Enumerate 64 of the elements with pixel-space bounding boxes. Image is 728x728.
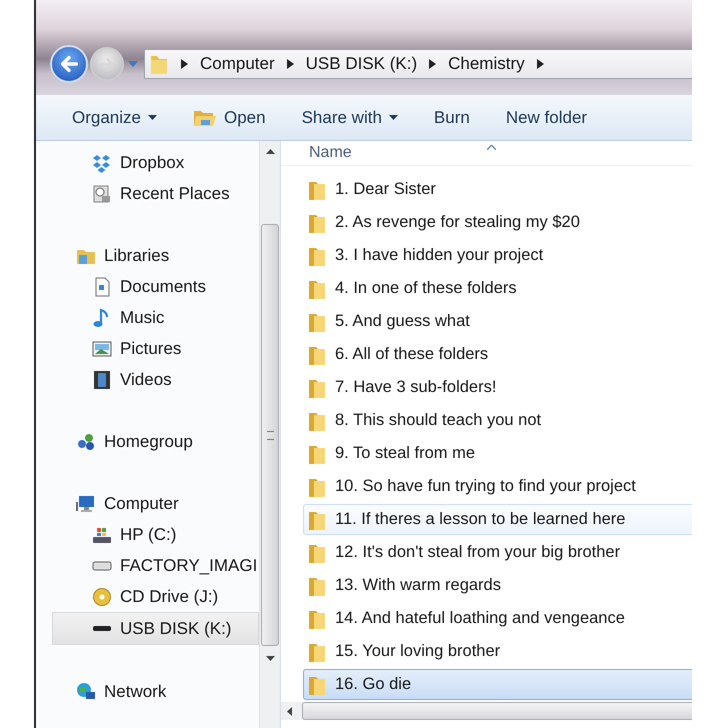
back-arrow-icon [60, 56, 78, 72]
monitor-icon [76, 494, 96, 514]
column-header[interactable]: Name [309, 144, 352, 162]
folder-row[interactable]: 12. It's don't steal from your big brother [303, 537, 692, 568]
toolbar-button[interactable]: Burn [426, 104, 478, 132]
clock-icon [92, 184, 112, 204]
folder-row[interactable]: 1. Dear Sister [303, 174, 692, 205]
navigation-item[interactable]: Documents [36, 271, 259, 302]
folder-row[interactable]: 6. All of these folders [303, 339, 692, 370]
breadcrumb-item[interactable]: Computer [200, 54, 275, 74]
toolbar-button[interactable]: Organize [64, 104, 165, 132]
folder-row[interactable]: 9. To steal from me [303, 438, 692, 469]
navigation-item[interactable]: USB DISK (K:) [52, 612, 259, 645]
folder-row[interactable]: 2. As revenge for stealing my $20 [303, 207, 692, 238]
folder-row[interactable]: 13. With warm regards [303, 570, 692, 601]
navigation-item[interactable]: Libraries [36, 240, 259, 271]
toolbar-button[interactable]: New folder [498, 104, 596, 132]
folder-row[interactable]: 5. And guess what [303, 306, 692, 337]
folder-row[interactable]: 4. In one of these folders [303, 273, 692, 304]
globe-icon [76, 682, 96, 702]
breadcrumb-item[interactable]: Chemistry [448, 54, 525, 74]
navigation-item[interactable]: Pictures [36, 333, 259, 364]
back-button[interactable] [50, 45, 88, 83]
image-icon [92, 338, 112, 358]
folder-row[interactable]: 7. Have 3 sub-folders! [303, 372, 692, 403]
toolbar-button[interactable]: Open [184, 104, 274, 132]
navigation-item[interactable]: HP (C:) [36, 519, 259, 550]
address-bar[interactable]: Computer USB DISK (K:) Chemistry [144, 49, 692, 79]
folder-row[interactable]: 3. I have hidden your project [303, 240, 692, 271]
scroll-up-icon[interactable] [266, 149, 274, 154]
navigation-item[interactable]: Computer [36, 488, 259, 519]
chevron-icon[interactable] [181, 59, 188, 69]
navigation-item[interactable]: FACTORY_IMAGI [36, 550, 259, 581]
folder-row[interactable]: 11. If theres a lesson to be learned here [303, 504, 692, 535]
folder-row[interactable]: 15. Your loving brother [303, 636, 692, 667]
navigation-item[interactable]: Recent Places [36, 178, 259, 209]
drive-icon [92, 560, 112, 570]
scroll-left-icon[interactable] [287, 706, 292, 716]
chevron-icon[interactable] [429, 59, 436, 69]
film-icon [92, 370, 112, 390]
folder-row[interactable]: 8. This should teach you not [303, 405, 692, 436]
navigation-item[interactable]: Music [36, 302, 259, 333]
disc-icon [92, 586, 112, 606]
caret-icon [148, 115, 157, 120]
chevron-icon[interactable] [536, 59, 544, 69]
chevron-icon[interactable] [286, 59, 294, 69]
folder-row[interactable]: 16. Go die [303, 669, 692, 700]
drive-icon [92, 625, 112, 632]
circles-icon [76, 432, 96, 452]
navigation-item[interactable]: Videos [36, 364, 259, 395]
scrollbar[interactable] [259, 141, 280, 728]
folder-row[interactable]: 10. So have fun trying to find your project [303, 471, 692, 502]
forward-arrow-icon [100, 58, 114, 70]
navigation-item[interactable]: Network [36, 676, 259, 707]
folder-row[interactable]: 14. And hateful loathing and vengeance [303, 603, 692, 634]
navigation-item[interactable]: Homegroup [36, 426, 259, 457]
scrollbar-thumb[interactable] [261, 224, 279, 646]
navigation-item[interactable]: Dropbox [36, 147, 259, 178]
diamond-icon [92, 152, 112, 172]
scroll-down-icon[interactable] [266, 656, 274, 661]
navigation-item[interactable]: CD Drive (J:) [36, 581, 259, 612]
caret-icon [388, 115, 398, 120]
breadcrumb-item[interactable]: USB DISK (K:) [306, 54, 418, 74]
toolbar-button[interactable]: Share with [294, 104, 406, 132]
